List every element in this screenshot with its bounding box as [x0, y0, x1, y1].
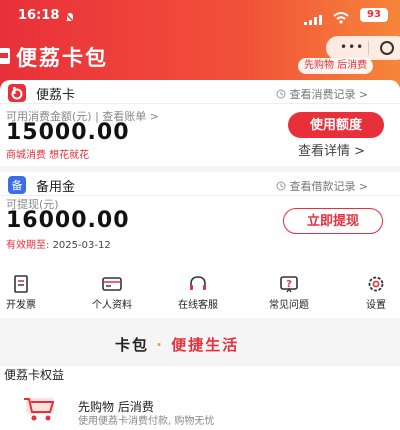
shortcut-invoice[interactable]: 开发票 [0, 266, 56, 318]
card-logo-icon [8, 84, 26, 102]
shortcut-support[interactable]: 在线客服 [163, 266, 233, 318]
card-title: 便荔卡 [36, 88, 76, 103]
id-card-icon [102, 274, 122, 294]
shortcut-settings[interactable]: 设置 [341, 266, 400, 318]
shortcut-faq[interactable]: ? 常见问题 [254, 266, 324, 318]
shortcut-label: 常见问题 [269, 300, 309, 311]
card-slogan: 商城消费 想花就花 [6, 150, 90, 161]
banner-title: 卡包 · 便捷生活 [115, 334, 239, 355]
loan-records-link[interactable]: 查看借款记录 > [276, 178, 368, 194]
tagline-badge: 先购物 后消费 [298, 58, 374, 74]
svg-text:?: ? [286, 279, 292, 290]
question-icon: ? [279, 274, 299, 294]
more-icon[interactable]: ••• [340, 40, 364, 54]
reserve-fund-icon: 备 [8, 176, 26, 194]
benefit-description: 使用便荔卡消费付款, 购物无忧 [78, 416, 215, 427]
shopping-cart-icon [20, 394, 60, 428]
withdrawable-amount: 16000.00 [6, 208, 130, 233]
invoice-icon [11, 274, 31, 294]
capsule-divider [368, 41, 369, 55]
signal-icon [304, 10, 324, 29]
bell-muted-icon [64, 9, 76, 28]
battery-indicator: 93 [360, 8, 388, 22]
status-time: 16:18 [18, 8, 60, 23]
card-header: 备 备用金 查看借款记录 > [0, 172, 400, 196]
card-title: 备用金 [36, 180, 76, 195]
shortcut-bar: 开发票 个人资料 在线客服 ? 常见问题 设置 [0, 266, 400, 318]
banner-part1: 卡包 [115, 336, 150, 354]
expiry-date: 2025-03-12 [52, 240, 111, 251]
gear-icon [366, 274, 386, 294]
view-details-link[interactable]: 查看详情 > [298, 140, 365, 159]
consumption-records-label: 查看消费记录 [289, 88, 356, 101]
wifi-icon [333, 9, 349, 28]
withdraw-now-button[interactable]: 立即提现 [283, 208, 383, 234]
wallet-logo-icon [0, 44, 12, 70]
shortcut-label: 设置 [366, 300, 386, 311]
shortcut-profile[interactable]: 个人资料 [77, 266, 147, 318]
expiry-label: 有效期至: [6, 240, 50, 251]
loan-records-label: 查看借款记录 [289, 180, 356, 193]
mini-program-capsule[interactable]: ••• [326, 36, 400, 60]
card-header: 便荔卡 查看消费记录 > [0, 80, 400, 104]
expiry-row: 有效期至: 2025-03-12 [6, 236, 111, 251]
svg-text:备: 备 [12, 178, 23, 192]
available-amount: 15000.00 [6, 120, 130, 145]
headset-icon [188, 274, 208, 294]
shortcut-label: 开发票 [6, 300, 36, 311]
shortcut-label: 在线客服 [178, 300, 218, 311]
banner-dot: · [156, 336, 164, 354]
benefits-title: 便荔卡权益 [4, 368, 65, 382]
consumption-records-link[interactable]: 查看消费记录 > [276, 86, 368, 102]
shortcut-label: 个人资料 [92, 300, 132, 311]
status-bar: 16:18 93 [0, 0, 400, 26]
brand-name: 便荔卡包 [16, 46, 108, 70]
use-credit-button[interactable]: 使用额度 [288, 112, 384, 138]
section-banner: 卡包 · 便捷生活 [0, 320, 400, 366]
banner-part2: 便捷生活 [171, 336, 240, 354]
benefits-section: 便荔卡权益 先购物 后消费 使用便荔卡消费付款, 购物无忧 [0, 366, 400, 430]
close-icon[interactable] [380, 41, 394, 55]
